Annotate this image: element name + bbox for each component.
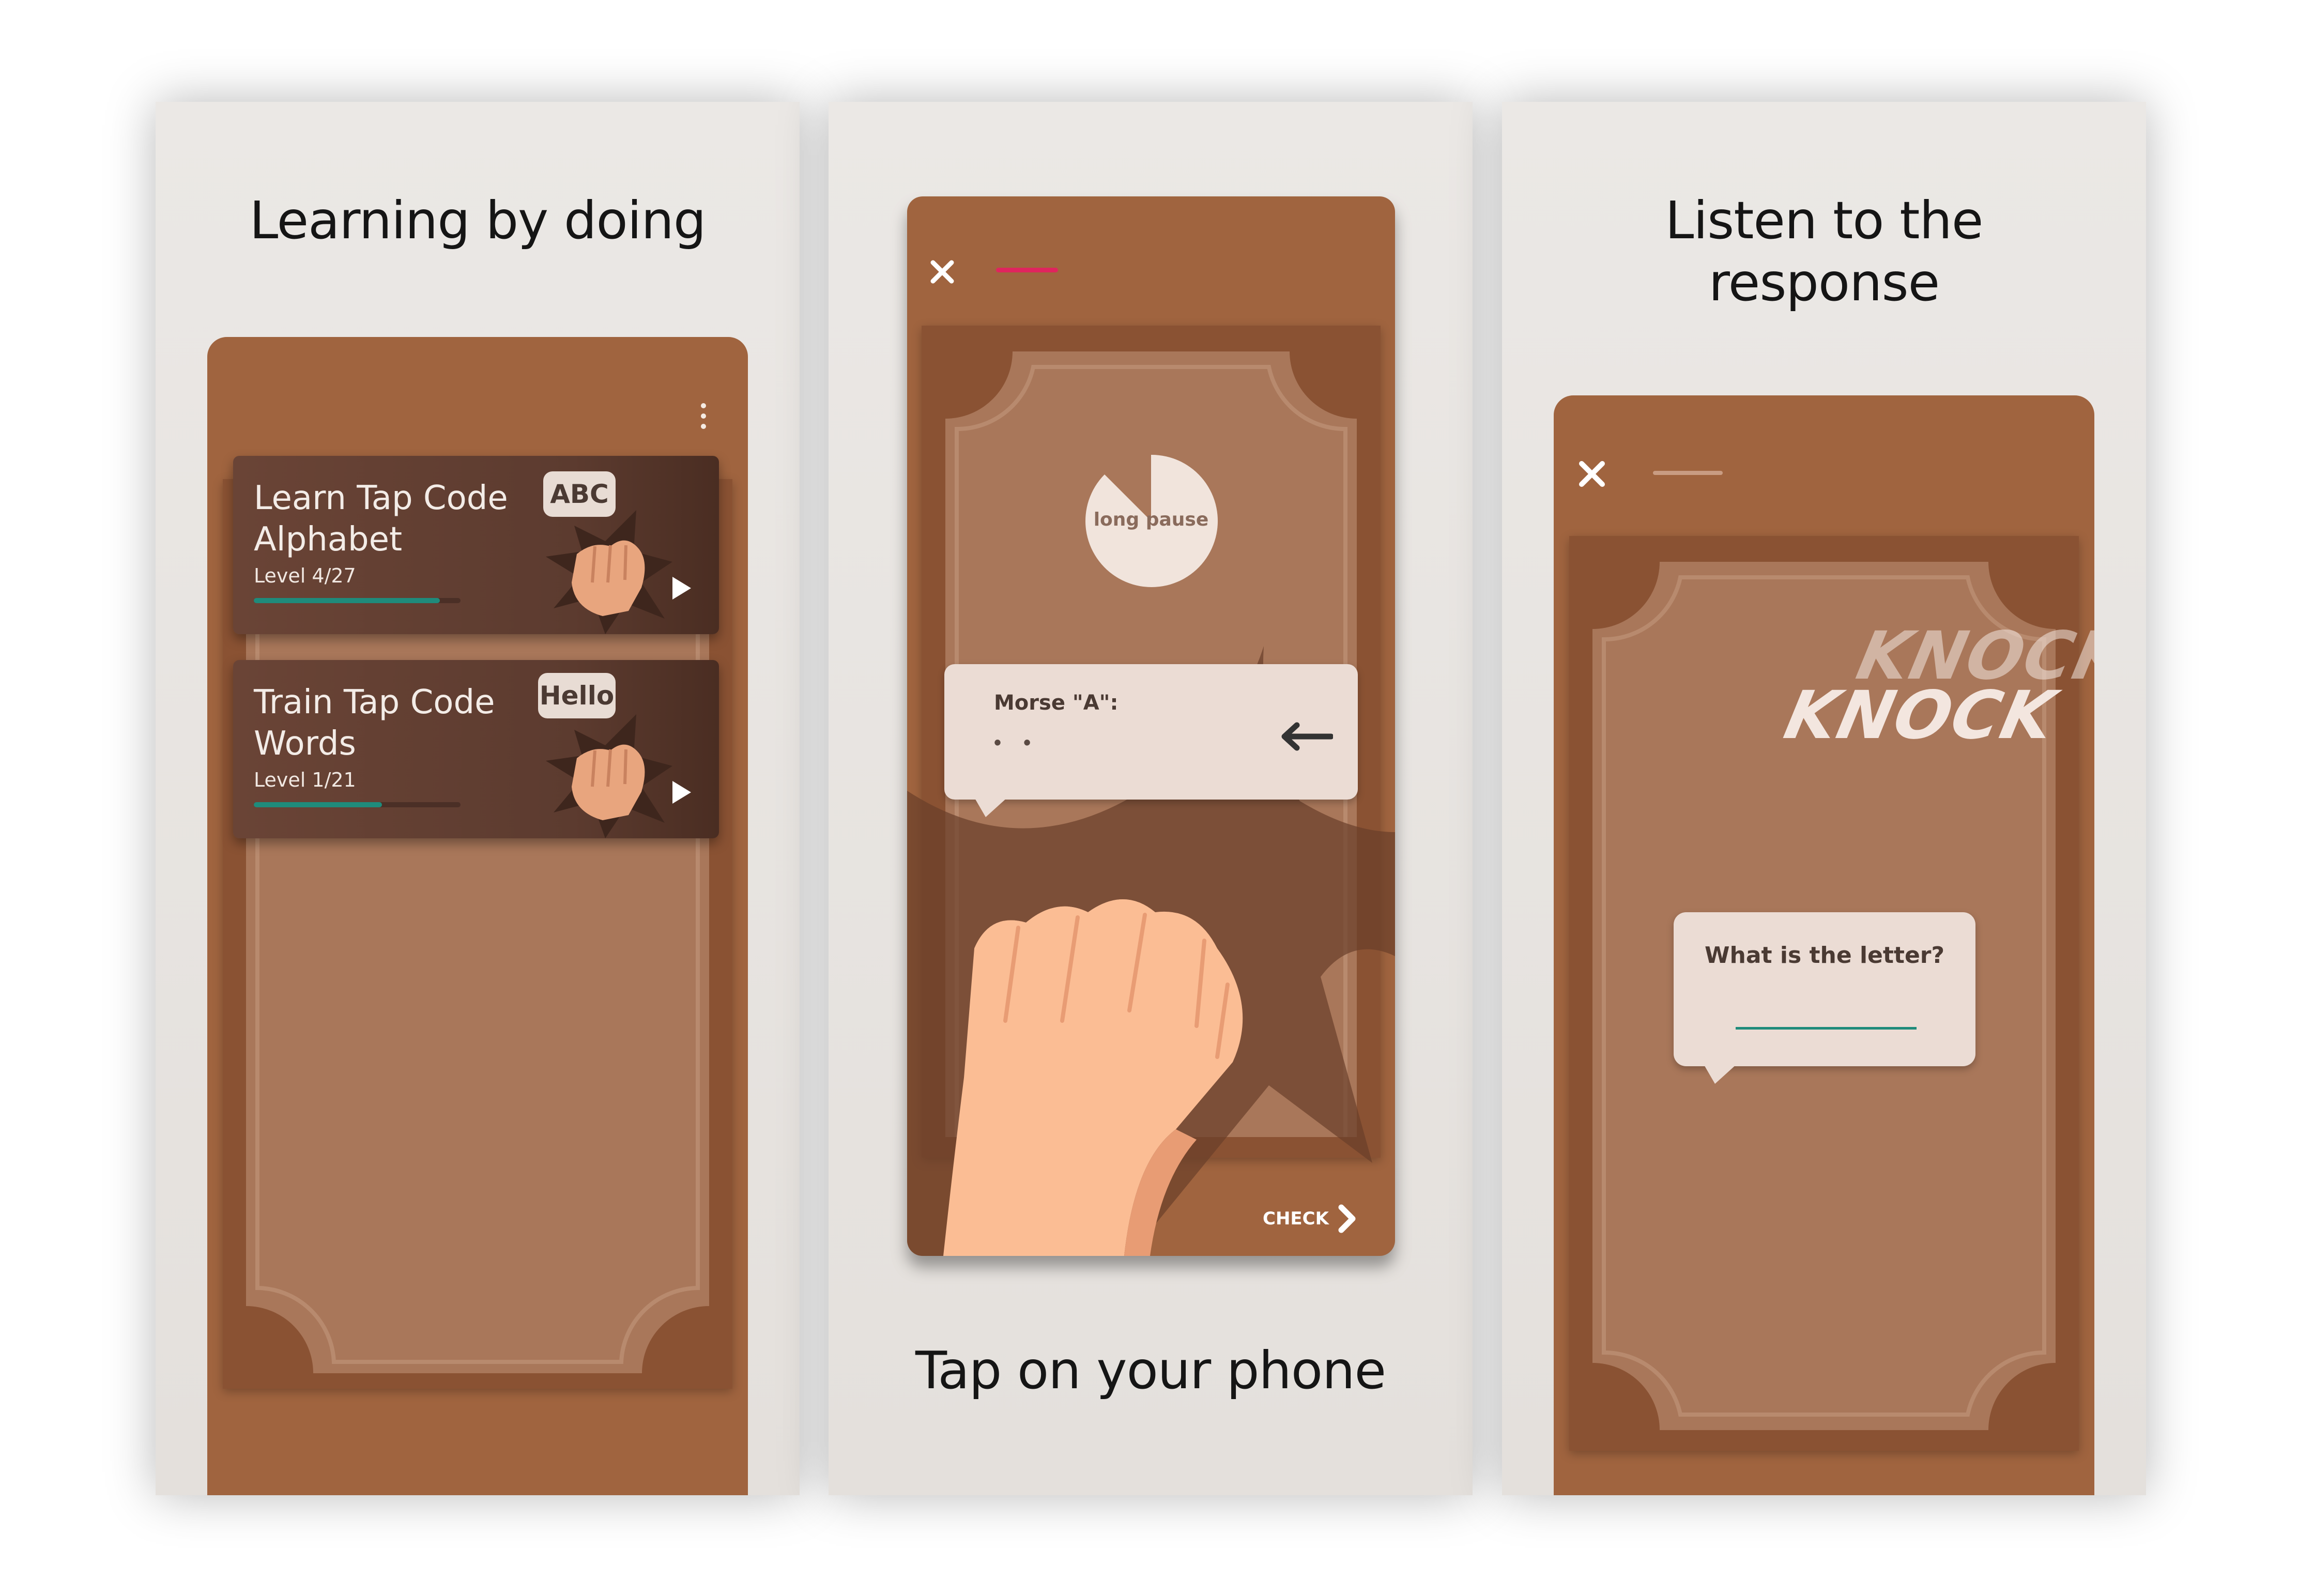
panel-caption: Listen to the response xyxy=(1502,190,2146,314)
course-title-line: Words xyxy=(254,725,356,763)
bubble-tail xyxy=(974,797,1007,817)
screenshot-panel-tap: long pause Morse "A": • • CHECK Tap on y… xyxy=(829,102,1473,1495)
timer-label: long pause xyxy=(1093,509,1209,530)
morse-value: • • xyxy=(994,731,1039,754)
screenshot-panel-listen: Listen to the response KNOCK KNOCK What … xyxy=(1502,102,2146,1495)
phone-mockup: long pause Morse "A": • • CHECK xyxy=(907,196,1395,1256)
course-progress-fill xyxy=(254,802,382,807)
lesson-progress-bar xyxy=(1653,471,1723,475)
question-text: What is the letter? xyxy=(1704,942,1945,969)
course-badge: ABC xyxy=(543,471,616,517)
play-icon[interactable] xyxy=(671,780,692,805)
caption-line: response xyxy=(1708,252,1940,313)
close-icon[interactable] xyxy=(929,258,956,285)
knock-text-front: KNOCK xyxy=(1778,677,2063,754)
caption-line: Tap on your phone xyxy=(915,1340,1386,1401)
screenshot-panel-learning: Learning by doing Learn Tap Code Alphabe… xyxy=(156,102,800,1495)
course-progress-bar xyxy=(254,802,461,807)
course-badge: Hello xyxy=(538,673,616,718)
hand-fist-illustration xyxy=(943,899,1243,1256)
check-button[interactable]: CHECK xyxy=(1263,1204,1357,1233)
check-label: CHECK xyxy=(1263,1208,1329,1229)
knocking-fist-icon xyxy=(546,714,672,838)
answer-input[interactable] xyxy=(1736,1027,1917,1030)
course-card-alphabet[interactable]: Learn Tap Code Alphabet Level 4/27 ABC xyxy=(233,456,719,634)
question-bubble: What is the letter? xyxy=(1674,912,1975,1084)
lesson-progress-bar xyxy=(996,268,1058,272)
course-progress-fill xyxy=(254,598,440,603)
bubble-tail xyxy=(1704,1064,1737,1084)
course-title: Train Tap Code Words xyxy=(254,682,523,764)
morse-bubble: Morse "A": • • xyxy=(944,664,1358,817)
play-icon[interactable] xyxy=(671,576,692,601)
course-card-words[interactable]: Train Tap Code Words Level 1/21 Hello xyxy=(233,660,719,838)
course-title-line: Learn Tap Code xyxy=(254,479,508,517)
course-level: Level 4/27 xyxy=(254,564,356,587)
arrow-left-icon[interactable] xyxy=(1279,722,1333,751)
morse-title: Morse "A": xyxy=(994,691,1119,715)
course-title-line: Alphabet xyxy=(254,520,403,559)
course-progress-bar xyxy=(254,598,461,603)
more-vertical-icon[interactable] xyxy=(700,403,707,429)
close-icon[interactable] xyxy=(1577,459,1606,488)
panel-caption: Tap on your phone xyxy=(829,1340,1473,1402)
phone-mockup: Learn Tap Code Alphabet Level 4/27 ABC T… xyxy=(207,337,748,1495)
course-level: Level 1/21 xyxy=(254,769,356,791)
panel-caption: Learning by doing xyxy=(156,190,800,252)
phone-mockup: KNOCK KNOCK What is the letter? xyxy=(1554,395,2094,1495)
chevron-right-icon xyxy=(1338,1204,1356,1233)
course-title-line: Train Tap Code xyxy=(254,683,495,722)
caption-line: Learning by doing xyxy=(249,190,707,251)
knocking-fist-icon xyxy=(546,510,672,634)
caption-line: Listen to the xyxy=(1665,190,1984,251)
course-title: Learn Tap Code Alphabet xyxy=(254,478,523,560)
